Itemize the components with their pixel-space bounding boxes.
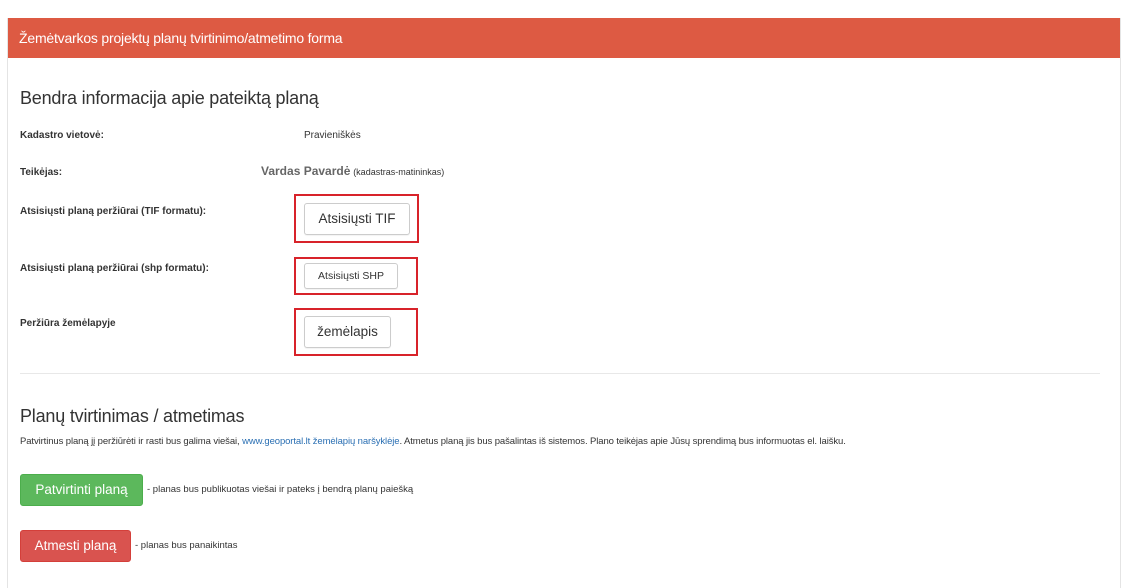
cadastre-label: Kadastro vietovė:: [20, 130, 104, 141]
geoportal-link[interactable]: www.geoportal.lt žemėlapių naršyklėje: [242, 436, 399, 447]
submitter-role: (kadastras-matininkas): [353, 167, 445, 177]
info-text-after: . Atmetus planą jis bus pašalintas iš si…: [399, 436, 846, 447]
panel-header: Žemėtvarkos projektų planų tvirtinimo/at…: [8, 18, 1120, 58]
general-info-title: Bendra informacija apie pateiktą planą: [20, 88, 319, 108]
info-text-before: Patvirtinus planą jį peržiūrėti ir rasti…: [20, 436, 243, 447]
form-panel: Žemėtvarkos projektų planų tvirtinimo/at…: [7, 18, 1121, 588]
map-label: Peržiūra žemėlapyje: [20, 318, 116, 329]
shp-label: Atsisiųsti planą peržiūrai (shp formatu)…: [20, 263, 209, 274]
reject-plan-button[interactable]: Atmesti planą: [20, 530, 131, 562]
cadastre-value: Pravieniškės: [304, 130, 361, 141]
submitter-name: Vardas Pavardė: [261, 164, 351, 178]
submitter-value: Vardas Pavardė (kadastras-matininkas): [261, 164, 444, 178]
approve-note: - planas bus publikuotas viešai ir patek…: [147, 484, 414, 495]
download-tif-button[interactable]: Atsisiųsti TIF: [304, 203, 410, 235]
map-button[interactable]: žemėlapis: [304, 316, 391, 348]
section-divider: [20, 373, 1100, 374]
approval-title: Planų tvirtinimas / atmetimas: [20, 406, 245, 426]
page: Žemėtvarkos projektų planų tvirtinimo/at…: [0, 0, 1129, 588]
approve-plan-button[interactable]: Patvirtinti planą: [20, 474, 143, 506]
reject-note: - planas bus panaikintas: [135, 540, 238, 551]
submitter-label: Teikėjas:: [20, 167, 63, 178]
approval-info-text: Patvirtinus planą jį peržiūrėti ir rasti…: [20, 436, 846, 447]
download-shp-button[interactable]: Atsisiųsti SHP: [304, 263, 398, 289]
tif-label: Atsisiųsti planą peržiūrai (TIF formatu)…: [20, 206, 207, 217]
